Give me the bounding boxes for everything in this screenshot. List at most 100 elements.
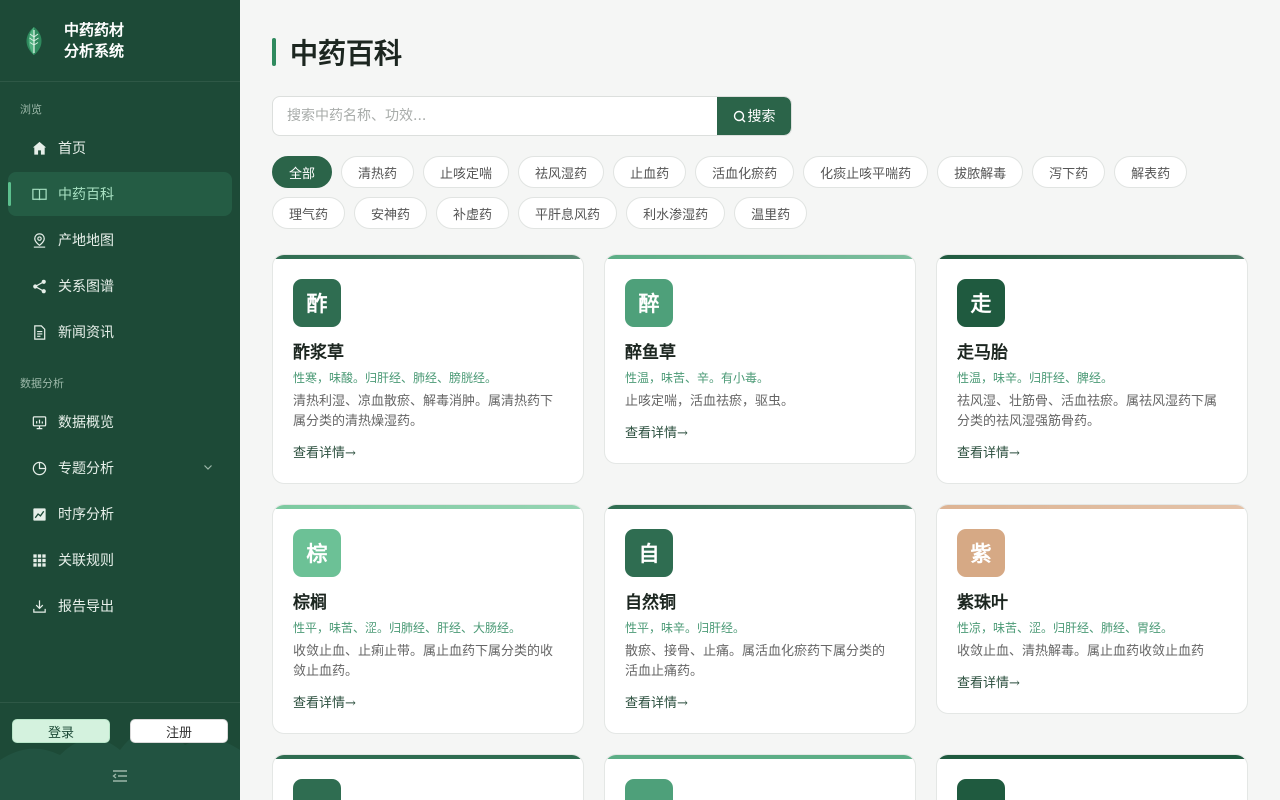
herb-card[interactable]	[936, 754, 1248, 800]
view-details-link[interactable]: 查看详情→	[625, 425, 895, 443]
category-chip[interactable]: 化痰止咳平喘药	[803, 156, 929, 188]
category-chip[interactable]: 止血药	[613, 156, 687, 188]
view-details-link[interactable]: 查看详情→	[293, 695, 563, 713]
nav-item-encyclopedia[interactable]: 中药百科	[8, 172, 232, 216]
herb-description: 祛风湿、壮筋骨、活血祛瘀。属祛风湿药下属分类的祛风湿强筋骨药。	[957, 394, 1218, 429]
nav-item-news[interactable]: 新闻资讯	[8, 310, 232, 354]
herb-card[interactable]	[272, 754, 584, 800]
brand-title-line1: 中药药材	[64, 20, 125, 39]
category-chip[interactable]: 清热药	[341, 156, 415, 188]
view-details-link[interactable]: 查看详情→	[625, 695, 895, 713]
auth-row: 登录 注册	[12, 719, 228, 743]
nav-item-topic-analysis[interactable]: 专题分析	[8, 446, 232, 490]
search-input[interactable]	[273, 97, 717, 135]
search-icon	[733, 110, 745, 122]
herb-name: 酢浆草	[293, 343, 344, 363]
nav-item-origin-map[interactable]: 产地地图	[8, 218, 232, 262]
nav-item-label: 报告导出	[58, 599, 114, 615]
herb-initial-badge: 酢	[293, 279, 341, 327]
herb-card[interactable]: 走走马胎 性温，味辛。归肝经、脾经。 祛风湿、壮筋骨、活血祛瘀。属祛风湿药下属分类的…	[936, 254, 1248, 484]
category-chip[interactable]: 平肝息风药	[518, 197, 618, 229]
herb-properties: 性温，味辛。归肝经、脾经。	[957, 371, 1114, 385]
card-accent-bar	[937, 255, 1247, 259]
herb-card[interactable]: 棕棕榈 性平，味苦、涩。归肺经、肝经、大肠经。 收敛止血、止痢止带。属止血药下属分类…	[272, 504, 584, 734]
brand-title: 中药药材 分析系统	[64, 20, 134, 62]
herb-initial-badge: 自	[625, 529, 673, 577]
category-chip[interactable]: 温里药	[734, 197, 808, 229]
herb-initial-badge	[957, 779, 1005, 800]
herb-card[interactable]: 紫紫珠叶 性凉，味苦、涩。归肝经、肺经、胃经。 收敛止血、清热解毒。属止血药收敛止血…	[936, 504, 1248, 714]
share-graph-icon	[30, 277, 48, 295]
nav-item-report-export[interactable]: 报告导出	[8, 584, 232, 628]
category-chip[interactable]: 安神药	[354, 197, 428, 229]
card-accent-bar	[937, 755, 1247, 759]
herb-properties: 性凉，味苦、涩。归肝经、肺经、胃经。	[957, 621, 1174, 635]
brand-title-line2: 分析系统	[64, 41, 125, 60]
herb-name: 自然铜	[625, 593, 676, 613]
category-chip[interactable]: 理气药	[272, 197, 346, 229]
search-button[interactable]: 搜索	[717, 97, 791, 135]
nav-item-label: 关联规则	[58, 553, 114, 569]
herb-initial-badge	[293, 779, 341, 800]
herb-name: 走马胎	[957, 343, 1008, 363]
category-chip[interactable]: 活血化瘀药	[695, 156, 795, 188]
herb-card-grid: 酢酢浆草 性寒，味酸。归肝经、肺经、膀胱经。 清热利湿、凉血散瘀、解毒消肿。属清热药…	[272, 254, 1248, 800]
nav-item-label: 专题分析	[58, 461, 114, 477]
card-accent-bar	[605, 505, 915, 509]
herb-initial-badge: 醉	[625, 279, 673, 327]
view-details-link[interactable]: 查看详情→	[293, 445, 563, 463]
line-chart-icon	[30, 505, 48, 523]
nav-item-association-rules[interactable]: 关联规则	[8, 538, 232, 582]
card-accent-bar	[273, 255, 583, 259]
login-button[interactable]: 登录	[12, 719, 110, 743]
category-chip[interactable]: 拔脓解毒	[937, 156, 1024, 188]
main-content: 中药百科 搜索 全部清热药止咳定喘祛风湿药止血药活血化瘀药化痰止咳平喘药拔脓解毒…	[240, 0, 1280, 800]
title-accent-bar	[272, 38, 276, 66]
leaf-logo-icon	[26, 26, 42, 55]
herb-card[interactable]: 自自然铜性平，味辛。归肝经。散瘀、接骨、止痛。属活血化瘀药下属分类的活血止痛药。…	[604, 504, 916, 734]
herb-description: 收敛止血、止痢止带。属止血药下属分类的收敛止血药。	[293, 644, 554, 679]
document-icon	[30, 323, 48, 341]
category-chip[interactable]: 祛风湿药	[518, 156, 605, 188]
nav-item-relation-graph[interactable]: 关系图谱	[8, 264, 232, 308]
herb-properties: 性平，味辛。归肝经。	[625, 621, 746, 635]
brand[interactable]: 中药药材 分析系统	[0, 0, 240, 82]
card-accent-bar	[605, 255, 915, 259]
herb-card[interactable]	[604, 754, 916, 800]
nav-item-data-overview[interactable]: 数据概览	[8, 400, 232, 444]
view-details-link[interactable]: 查看详情→	[957, 675, 1227, 693]
herb-card[interactable]: 醉醉鱼草 性温，味苦、辛。有小毒。 止咳定喘，活血祛瘀，驱虫。 查看详情→	[604, 254, 916, 464]
card-accent-bar	[937, 505, 1247, 509]
herb-name: 棕榈	[293, 593, 327, 613]
card-accent-bar	[605, 755, 915, 759]
category-chip[interactable]: 利水渗湿药	[626, 197, 726, 229]
dashboard-icon	[30, 413, 48, 431]
nav-item-label: 中药百科	[58, 187, 114, 203]
category-chip[interactable]: 泻下药	[1032, 156, 1106, 188]
herb-card[interactable]: 酢酢浆草 性寒，味酸。归肝经、肺经、膀胱经。 清热利湿、凉血散瘀、解毒消肿。属清热药…	[272, 254, 584, 484]
chevron-down-icon[interactable]	[202, 461, 214, 473]
nav-item-home[interactable]: 首页	[8, 126, 232, 170]
herb-description: 收敛止血、清热解毒。属止血药收敛止血药	[957, 644, 1205, 659]
nav-item-label: 首页	[58, 141, 86, 157]
register-button[interactable]: 注册	[130, 719, 228, 743]
page-title: 中药百科	[272, 36, 402, 70]
herb-initial-badge: 棕	[293, 529, 341, 577]
category-chip[interactable]: 全部	[272, 156, 333, 188]
nav-item-time-series[interactable]: 时序分析	[8, 492, 232, 536]
herb-description: 散瘀、接骨、止痛。属活血化瘀药下属分类的活血止痛药。	[625, 644, 886, 679]
collapse-menu-icon[interactable]	[112, 769, 128, 783]
view-details-link[interactable]: 查看详情→	[957, 445, 1227, 463]
book-icon	[30, 185, 48, 203]
herb-initial-badge	[625, 779, 673, 800]
search-box: 搜索	[272, 96, 792, 136]
nav-item-label: 数据概览	[58, 415, 114, 431]
mountain-decoration	[0, 728, 240, 800]
category-chip[interactable]: 解表药	[1114, 156, 1188, 188]
category-chip[interactable]: 补虚药	[436, 197, 510, 229]
category-chip[interactable]: 止咳定喘	[423, 156, 510, 188]
nav-item-label: 时序分析	[58, 507, 114, 523]
sidebar-footer: 登录 注册	[0, 702, 240, 800]
herb-name: 醉鱼草	[625, 343, 676, 363]
herb-properties: 性温，味苦、辛。有小毒。	[625, 371, 770, 385]
